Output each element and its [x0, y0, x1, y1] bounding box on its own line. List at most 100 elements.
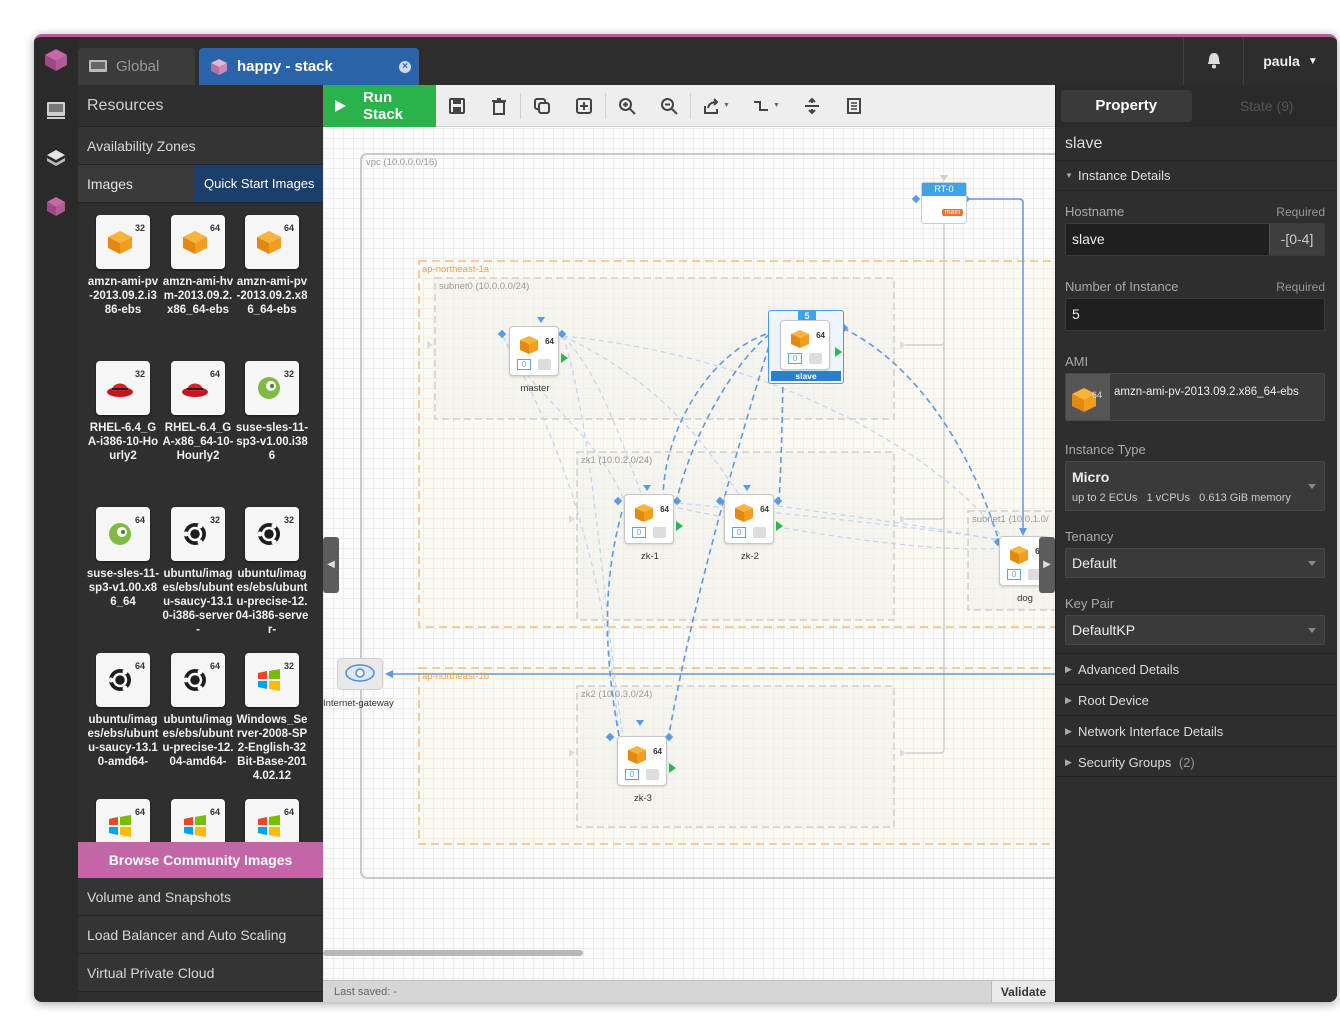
ami-item[interactable]: 64 amzn-ami-pv-2013.09.2.x86_64-ebs [235, 215, 309, 317]
ami-tile[interactable]: 64 [171, 215, 225, 269]
ami-tile[interactable]: 32 [245, 653, 299, 707]
ami-item[interactable]: 32 Windows_Server-2008-SP2-English-32Bit-… [235, 653, 309, 783]
instance-zk-3[interactable]: 64 0 zk-3 [617, 736, 676, 804]
ami-bits: 64 [1092, 390, 1103, 400]
user-icon [653, 527, 666, 538]
horizontal-scrollbar[interactable] [323, 950, 583, 956]
ami-tile[interactable]: 32 [96, 361, 150, 415]
ami-tile[interactable]: 64 [171, 361, 225, 415]
user-menu[interactable]: paula ▼ [1243, 37, 1337, 85]
instance-slave[interactable]: 64 0 [780, 320, 842, 370]
dashboard-icon[interactable] [45, 99, 67, 121]
amazon-box-icon [108, 231, 132, 254]
ami-item[interactable]: 32 amzn-ami-pv-2013.09.2.i386-ebs [86, 215, 160, 317]
plus-box-icon [576, 97, 592, 114]
design-canvas[interactable]: vpc (10.0.0.0/16) ap-northeast-1a ap-nor… [323, 128, 1055, 980]
ami-card[interactable]: 64 amzn-ami-pv-2013.09.2.x86_64-ebs [1065, 373, 1325, 421]
ami-tile[interactable]: 64 [245, 799, 299, 842]
app-cube-icon[interactable] [45, 195, 67, 217]
network-interface-section[interactable]: ▶ Network Interface Details [1056, 715, 1337, 746]
run-stack-button[interactable]: Run Stack [323, 84, 436, 127]
instance-name: master [520, 383, 550, 394]
ami-item[interactable]: 64 ubuntu/images/ebs/ubuntu-precise-12.04… [161, 653, 235, 769]
route-table[interactable]: RT-0 main [921, 182, 967, 224]
align-button[interactable] [791, 85, 833, 127]
load-balancer-section[interactable]: Load Balancer and Auto Scaling [78, 916, 323, 954]
caret-right-icon: ▶ [1065, 695, 1072, 705]
export-button[interactable]: ▼ [691, 85, 741, 127]
security-groups-section[interactable]: ▶ Security Groups (2) [1056, 746, 1337, 777]
ami-tile[interactable]: 32 [96, 215, 150, 269]
instance-type-detail: up to 2 ECUs 1 vCPUs 0.613 GiB memory [1072, 492, 1291, 504]
ami-tile[interactable]: 32 [245, 361, 299, 415]
last-saved: Last saved: - [334, 986, 397, 998]
ami-item[interactable]: 32 RHEL-6.4_GA-i386-10-Hourly2 [86, 361, 160, 463]
validate-button[interactable]: Validate [991, 981, 1055, 1002]
zoom-out-button[interactable] [648, 85, 690, 127]
instance-master[interactable]: 64 0 master [509, 326, 568, 394]
instance-name: zk-2 [741, 551, 759, 562]
list-icon [847, 97, 861, 114]
app-logo-icon[interactable] [43, 47, 69, 73]
tenancy-select[interactable]: Default [1065, 548, 1325, 578]
quick-start-dropdown[interactable]: Quick Start Images ▼ [194, 165, 323, 228]
save-button[interactable] [436, 85, 478, 127]
tab-global[interactable]: Global [78, 48, 195, 85]
ami-item[interactable]: 64 [86, 799, 160, 842]
hostname-label-row: Hostname Required [1056, 191, 1337, 219]
instance-count-input[interactable]: 5 [1065, 298, 1325, 331]
browse-community-button[interactable]: Browse Community Images [78, 842, 323, 878]
keypair-select[interactable]: DefaultKP [1065, 615, 1325, 645]
keypair-label: Key Pair [1065, 596, 1115, 611]
ami-tile[interactable]: 64 [96, 653, 150, 707]
ami-tile[interactable]: 64 [171, 653, 225, 707]
root-device-section[interactable]: ▶ Root Device [1056, 684, 1337, 715]
line-style-button[interactable]: ▼ [741, 85, 791, 127]
ami-item[interactable]: 32 suse-sles-11-sp3-v1.00.i386 [235, 361, 309, 463]
zoom-in-button[interactable] [606, 85, 648, 127]
notification-button[interactable] [1183, 37, 1243, 85]
ami-item[interactable]: 32 ubuntu/images/ebs/ubuntu-saucy-13.10-i… [161, 507, 235, 637]
ami-label: AMI [1065, 354, 1089, 369]
instance-zk-1[interactable]: 64 0 zk-1 [624, 494, 683, 562]
ami-tile[interactable]: 64 [171, 799, 225, 842]
ami-name: Windows_Server-2008-SP2-English-32Bit-Ba… [236, 714, 308, 782]
new-button[interactable] [563, 85, 605, 127]
hostname-input[interactable]: slave -[0-4] [1065, 223, 1325, 256]
instance-type-select[interactable]: Micro up to 2 ECUs 1 vCPUs 0.613 GiB mem… [1065, 461, 1325, 511]
stack-icon[interactable] [45, 147, 67, 169]
vpc-section[interactable]: Virtual Private Cloud [78, 954, 323, 992]
ami-tile[interactable]: 64 [245, 215, 299, 269]
images-tab[interactable]: Images [78, 165, 194, 202]
tab-happy-stack[interactable]: happy - stack × [199, 48, 419, 85]
instance-bits: 64 [660, 505, 669, 514]
instance-details-section[interactable]: ▼ Instance Details [1056, 161, 1337, 191]
internet-gateway[interactable] [337, 658, 383, 690]
instance-zk-2[interactable]: 64 0 zk-2 [724, 494, 783, 562]
instance-slave-selected[interactable]: 5 64 0 slave [768, 310, 844, 384]
ami-item[interactable]: 64 RHEL-6.4_GA-x86_64-10-Hourly2 [161, 361, 235, 463]
ami-item[interactable]: 64 amzn-ami-hvm-2013.09.2.x86_64-ebs [161, 215, 235, 317]
tab-state[interactable]: State (9) [1202, 90, 1333, 122]
collapse-left-handle[interactable]: ◀ [323, 537, 339, 593]
tab-property[interactable]: Property [1061, 90, 1192, 122]
ami-tile[interactable]: 64 [96, 799, 150, 842]
advanced-details-section[interactable]: ▶ Advanced Details [1056, 653, 1337, 684]
close-tab-icon[interactable]: × [399, 61, 411, 73]
ami-tile[interactable]: 32 [245, 507, 299, 561]
ami-item[interactable]: 64 ubuntu/images/ebs/ubuntu-saucy-13.10-a… [86, 653, 160, 769]
collapse-right-handle[interactable]: ▶ [1039, 537, 1055, 593]
ami-item[interactable]: 32 ubuntu/images/ebs/ubuntu-precise-12.04… [235, 507, 309, 637]
ami-tile[interactable]: 64 [96, 507, 150, 561]
ami-name: amzn-ami-pv-2013.09.2.i386-ebs [87, 276, 159, 316]
delete-button[interactable] [478, 85, 520, 127]
ami-item[interactable]: 64 [161, 799, 235, 842]
ami-item[interactable]: 64 suse-sles-11-sp3-v1.00.x86_64 [86, 507, 160, 609]
volume-snapshots-section[interactable]: Volume and Snapshots [78, 878, 323, 916]
availability-zones-section[interactable]: Availability Zones [78, 127, 323, 165]
ami-item[interactable]: 64 [235, 799, 309, 842]
caret-right-icon: ▶ [1065, 757, 1072, 767]
ami-tile[interactable]: 32 [171, 507, 225, 561]
duplicate-button[interactable] [521, 85, 563, 127]
table-view-button[interactable] [833, 85, 875, 127]
